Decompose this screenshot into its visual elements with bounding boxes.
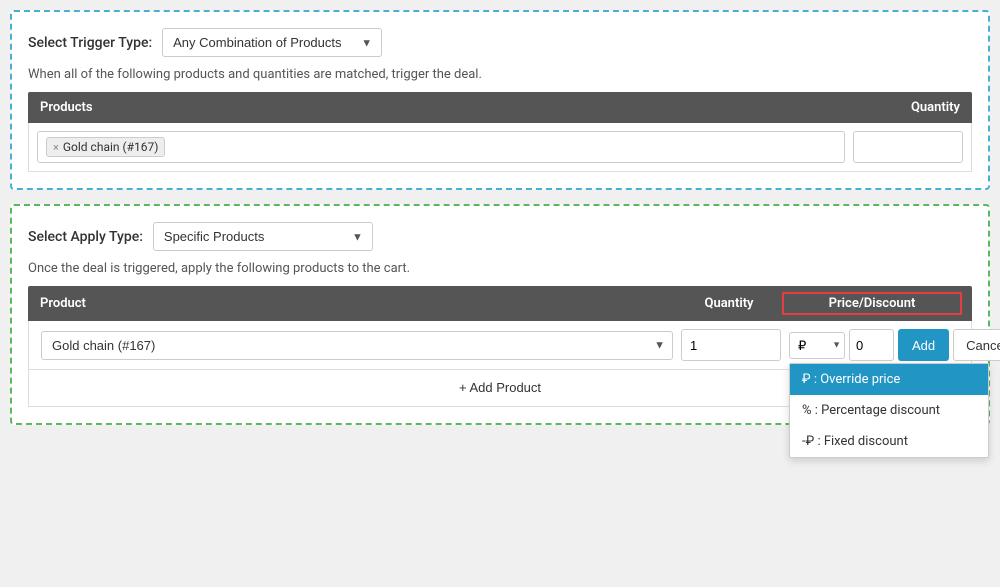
apply-table: Product Quantity Price/Discount Gold cha… (28, 286, 972, 407)
apply-product-select[interactable]: Gold chain (#167) (41, 331, 673, 360)
trigger-table-body: × Gold chain (#167) (28, 123, 972, 172)
add-product-button[interactable]: + Add Product (459, 380, 541, 395)
apply-label: Select Apply Type: (28, 229, 143, 245)
tag-x-icon[interactable]: × (53, 141, 59, 154)
apply-product-select-wrapper: Gold chain (#167) ▼ (41, 331, 673, 360)
trigger-panel: Select Trigger Type: Any Combination of … (10, 10, 990, 190)
trigger-product-tag: × Gold chain (#167) (46, 137, 165, 157)
apply-panel: Select Apply Type: Specific Products Any… (10, 204, 990, 425)
price-type-dropdown: ₽ : Override price % : Percentage discou… (789, 363, 989, 458)
trigger-th-quantity: Quantity (840, 100, 960, 115)
tag-label: Gold chain (#167) (63, 140, 159, 154)
trigger-label: Select Trigger Type: (28, 35, 152, 51)
dropdown-item-override[interactable]: ₽ : Override price (790, 364, 988, 395)
trigger-table-header: Products Quantity (28, 92, 972, 123)
apply-description: Once the deal is triggered, apply the fo… (28, 261, 972, 276)
apply-th-quantity: Quantity (674, 296, 784, 311)
cancel-button[interactable]: Cancel (953, 329, 1000, 361)
trigger-th-products: Products (40, 100, 840, 115)
price-discount-cell: ₽ % -₽ ▼ Add Cancel ₽ : Override price %… (789, 329, 959, 361)
currency-select-wrapper: ₽ % -₽ ▼ (789, 332, 845, 359)
apply-quantity-input[interactable] (681, 329, 781, 361)
dropdown-item-percentage[interactable]: % : Percentage discount (790, 395, 988, 426)
currency-type-select[interactable]: ₽ % -₽ (789, 332, 845, 359)
apply-th-price-discount: Price/Discount (782, 292, 962, 315)
trigger-products-input[interactable]: × Gold chain (#167) (37, 131, 845, 163)
dropdown-item-fixed[interactable]: -₽ : Fixed discount (790, 426, 988, 457)
apply-table-row: Gold chain (#167) ▼ ₽ % -₽ ▼ Add Cancel (28, 321, 972, 370)
apply-table-header: Product Quantity Price/Discount (28, 286, 972, 321)
trigger-select-wrapper: Any Combination of Products Specific Pro… (162, 28, 382, 57)
trigger-table: Products Quantity × Gold chain (#167) (28, 92, 972, 172)
trigger-description: When all of the following products and q… (28, 67, 972, 82)
add-button[interactable]: Add (898, 329, 949, 361)
apply-th-product: Product (40, 296, 674, 311)
discount-value-input[interactable] (849, 329, 894, 361)
apply-type-select[interactable]: Specific Products Any Combination of Pro… (153, 222, 373, 251)
apply-select-wrapper: Specific Products Any Combination of Pro… (153, 222, 373, 251)
trigger-quantity-input[interactable] (853, 131, 963, 163)
trigger-type-select[interactable]: Any Combination of Products Specific Pro… (162, 28, 382, 57)
